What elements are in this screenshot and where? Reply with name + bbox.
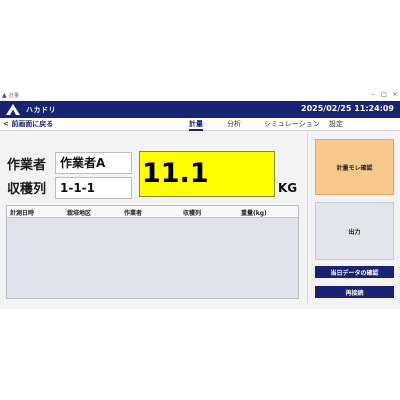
tab-simulation[interactable]: シミュレーション	[264, 119, 320, 129]
weight-value: 11.1	[142, 158, 209, 189]
app-header: ハカドリ 2025/02/25 11:24:09	[0, 101, 400, 118]
tab-measure[interactable]: 計量	[189, 119, 203, 131]
reconnect-button[interactable]: 再接続	[315, 286, 394, 298]
brand-name: ハカドリ	[26, 106, 56, 114]
weight-unit: KG	[278, 181, 298, 195]
column-header-harvest-row[interactable]: 収穫列	[183, 208, 201, 217]
output-button[interactable]: 出力	[315, 202, 394, 260]
back-label: 前画面に戻る	[11, 120, 54, 128]
column-header-weight[interactable]: 重量(kg)	[241, 208, 267, 217]
maximize-icon[interactable]: □	[380, 91, 388, 98]
app-window: ▲ 計量 – □ × ハカドリ 2025/02/25 11:24:09 < 前画…	[0, 91, 400, 309]
missed-measurement-check-button[interactable]: 計量モレ確認	[315, 139, 394, 195]
close-icon[interactable]: ×	[391, 91, 399, 98]
current-datetime: 2025/02/25 11:24:09	[301, 104, 394, 113]
column-header-worker[interactable]: 作業者	[124, 208, 142, 217]
hakadori-logo-icon	[6, 104, 20, 115]
worker-field[interactable]: 作業者A	[55, 152, 132, 174]
app-icon: ▲	[2, 92, 7, 99]
tab-settings[interactable]: 設定	[329, 119, 343, 129]
tab-analysis[interactable]: 分析	[227, 119, 241, 129]
table-header: 計測日時 栽培地区 作業者 収穫列 重量(kg)	[7, 206, 298, 218]
back-button[interactable]: < 前画面に戻る	[3, 119, 53, 129]
window-title: 計量	[9, 93, 20, 99]
weight-display: 11.1	[139, 151, 275, 197]
window-titlebar: ▲ 計量 – □ ×	[0, 91, 400, 100]
column-header-cultivation-area[interactable]: 栽培地区	[67, 208, 91, 217]
column-header-measured-at[interactable]: 計測日時	[10, 208, 34, 217]
worker-label: 作業者	[7, 158, 47, 173]
nav-bar: < 前画面に戻る 計量 分析 シミュレーション 設定	[0, 118, 400, 131]
measurement-table: 計測日時 栽培地区 作業者 収穫列 重量(kg)	[6, 205, 299, 299]
chevron-left-icon: <	[3, 120, 9, 128]
harvest-row-label: 収穫列	[7, 182, 47, 197]
minimize-icon[interactable]: –	[369, 91, 377, 98]
action-panel: 計量モレ確認 出力 当日データの確認 再接続	[307, 133, 400, 303]
harvest-row-field[interactable]: 1-1-1	[55, 177, 132, 199]
today-data-button[interactable]: 当日データの確認	[315, 266, 394, 278]
